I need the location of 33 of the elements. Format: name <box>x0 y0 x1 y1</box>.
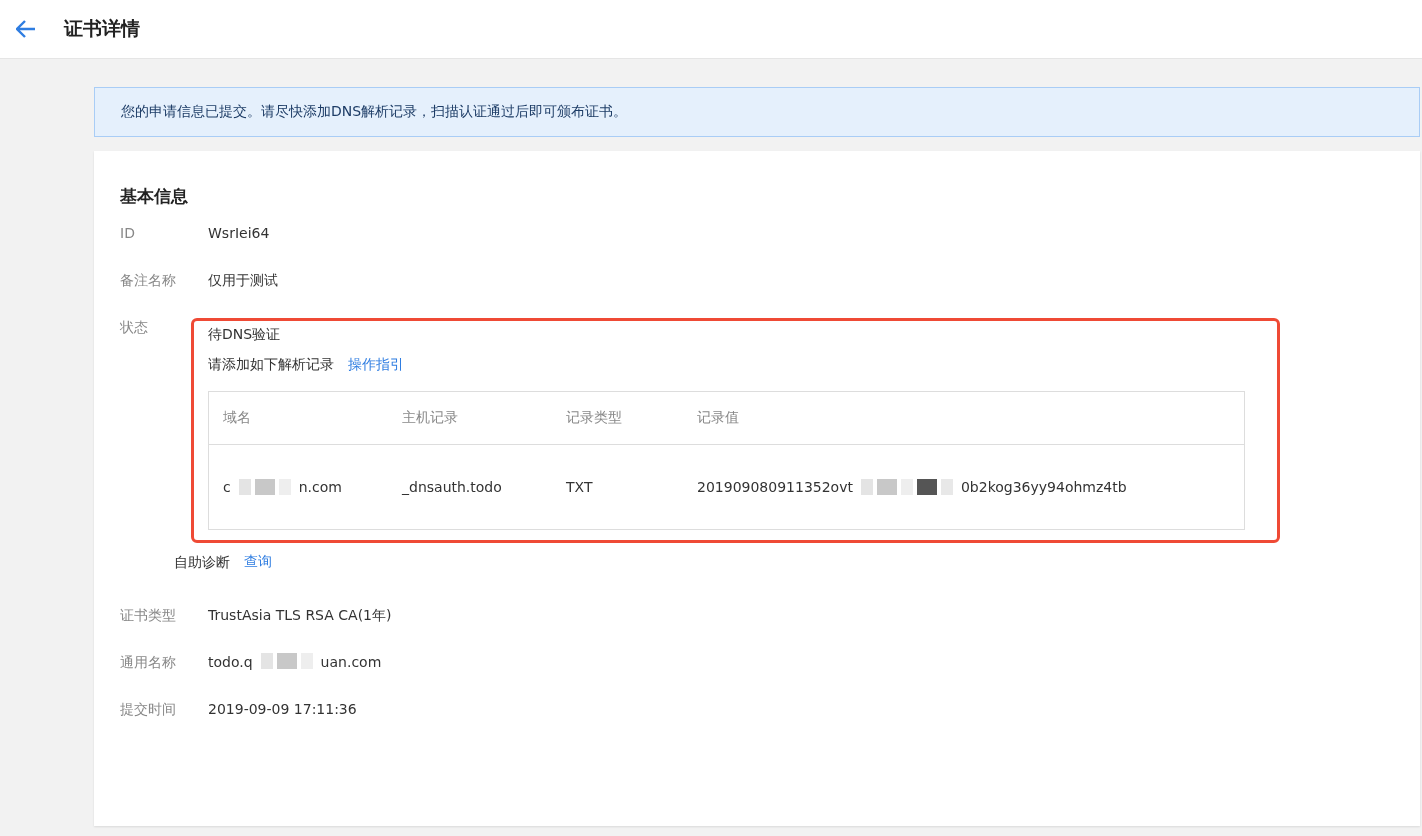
redaction-mark <box>258 653 315 669</box>
section-title: 基本信息 <box>120 185 189 208</box>
page-title: 证书详情 <box>64 16 140 41</box>
field-value: todo.q <box>208 653 253 672</box>
field-label: 备注名称 <box>120 271 177 290</box>
table-cell-text: c <box>223 478 231 497</box>
field-value: uan.com <box>320 653 382 672</box>
field-value: 2019-09-09 17:11:36 <box>208 700 357 719</box>
field-value: WsrIei64 <box>208 224 270 243</box>
table-cell-text: 201909080911352ovt <box>697 478 853 497</box>
field-label: ID <box>120 224 136 243</box>
redaction-mark <box>236 479 293 495</box>
table-cell-text: TXT <box>566 478 593 497</box>
back-arrow-icon[interactable] <box>16 20 36 38</box>
column-header: 记录值 <box>696 409 740 427</box>
field-label: 证书类型 <box>120 606 177 625</box>
notice-text: 您的申请信息已提交。请尽快添加DNS解析记录，扫描认证通过后即可颁布证书。 <box>121 103 628 121</box>
field-value: 仅用于测试 <box>208 271 278 290</box>
column-header: 主机记录 <box>401 409 459 427</box>
table-cell-text: _dnsauth.todo <box>402 478 502 497</box>
diagnose-text: 自助诊断 <box>174 553 230 572</box>
hint-text: 请添加如下解析记录 <box>208 355 334 374</box>
field-label: 状态 <box>120 318 149 337</box>
column-header: 域名 <box>222 409 252 427</box>
query-link[interactable]: 查询 <box>244 553 272 572</box>
guide-link[interactable]: 操作指引 <box>348 355 404 374</box>
field-label: 通用名称 <box>120 653 177 672</box>
table-cell-text: 0b2kog36yy94ohmz4tb <box>960 478 1127 497</box>
table-cell-text: n.com <box>298 478 342 497</box>
status-text: 待DNS验证 <box>208 325 282 344</box>
column-header: 记录类型 <box>565 409 623 427</box>
field-value: TrustAsia TLS RSA CA(1年) <box>208 606 392 625</box>
field-label: 提交时间 <box>120 700 177 719</box>
